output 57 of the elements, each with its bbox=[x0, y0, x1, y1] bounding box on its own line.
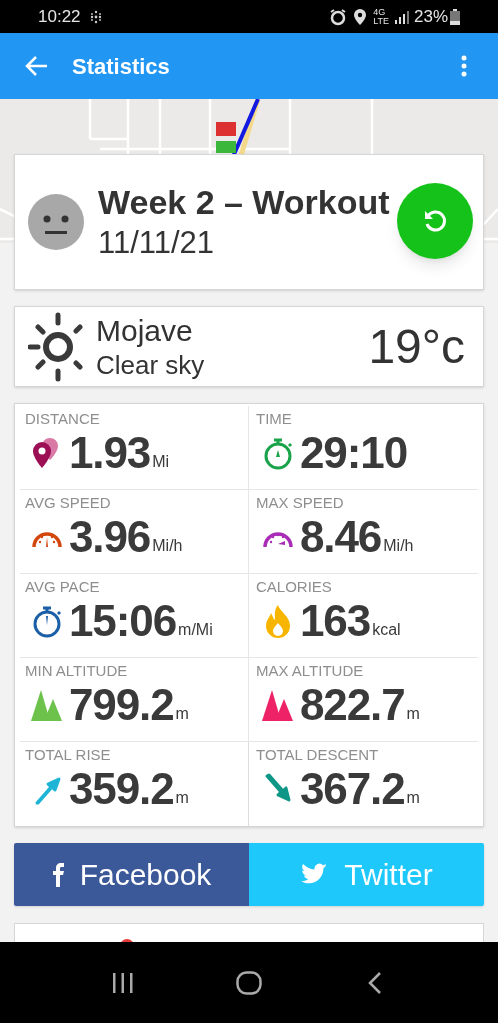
stat-unit: Mi/h bbox=[383, 536, 414, 556]
stat-value: 8.46 bbox=[300, 511, 382, 563]
stat-unit: m bbox=[406, 704, 420, 724]
network-subtype: LTE bbox=[373, 16, 389, 26]
stat-label: DISTANCE bbox=[25, 410, 101, 428]
stat-unit: Mi/h bbox=[152, 536, 183, 556]
stat-value: 29:10 bbox=[300, 427, 408, 479]
stat-unit: m/Mi bbox=[178, 620, 213, 640]
battery-icon bbox=[450, 8, 460, 25]
sun-icon bbox=[28, 310, 84, 383]
stat-value: 359.2 bbox=[69, 763, 174, 815]
stat-unit: m bbox=[175, 704, 189, 724]
stat-unit: Mi bbox=[152, 452, 170, 472]
temperature: 19°c bbox=[368, 318, 465, 375]
stat-value: 15:06 bbox=[69, 595, 177, 647]
stat-label: AVG SPEED bbox=[25, 494, 112, 512]
stat-label: CALORIES bbox=[256, 578, 333, 596]
stopwatch-icon bbox=[31, 604, 63, 638]
stat-value: 799.2 bbox=[69, 679, 174, 731]
stat-label: AVG PACE bbox=[25, 578, 101, 596]
clock-time: 10:22 bbox=[38, 5, 81, 28]
stat-unit: m bbox=[406, 788, 420, 808]
back-chevron-icon bbox=[368, 970, 382, 995]
stat-unit: kcal bbox=[372, 620, 401, 640]
stat-label: MAX SPEED bbox=[256, 494, 345, 512]
workout-title: Week 2 – Workout bbox=[98, 182, 390, 223]
stat-value: 163 bbox=[300, 595, 371, 647]
recent-apps-icon bbox=[112, 971, 134, 994]
stat-label: MIN ALTITUDE bbox=[25, 662, 129, 680]
stat-value: 367.2 bbox=[300, 763, 405, 815]
stat-value: 822.7 bbox=[300, 679, 405, 731]
stopwatch-icon bbox=[262, 436, 294, 470]
stat-value: 3.96 bbox=[69, 511, 151, 563]
stat-label: MAX ALTITUDE bbox=[256, 662, 365, 680]
f-letter-icon bbox=[51, 862, 64, 887]
stat-label: TOTAL RISE bbox=[25, 746, 112, 764]
share-button[interactable]: Facebook bbox=[14, 843, 249, 906]
stat-label: TOTAL DESCENT bbox=[256, 746, 380, 764]
home-icon bbox=[236, 970, 262, 995]
battery-percent: 23% bbox=[413, 5, 448, 28]
location-name: Mojave bbox=[96, 312, 194, 349]
back-arrow-icon bbox=[25, 55, 49, 77]
workout-date: 11/11/21 bbox=[98, 224, 216, 262]
dots-icon bbox=[88, 9, 103, 24]
location-icon bbox=[353, 7, 368, 26]
stat-value: 1.93 bbox=[69, 427, 151, 479]
signal-icon bbox=[394, 9, 409, 24]
weather-condition: Clear sky bbox=[96, 348, 205, 381]
flame-icon bbox=[265, 604, 291, 638]
screen-title: Statistics bbox=[72, 52, 170, 81]
stat-unit: m bbox=[175, 788, 189, 808]
more-icon bbox=[461, 55, 467, 77]
refresh-icon bbox=[422, 208, 448, 234]
stat-label: TIME bbox=[256, 410, 293, 428]
neutral-face-icon bbox=[28, 194, 84, 250]
network-type: 4G bbox=[373, 7, 387, 17]
alarm-icon bbox=[329, 7, 348, 26]
